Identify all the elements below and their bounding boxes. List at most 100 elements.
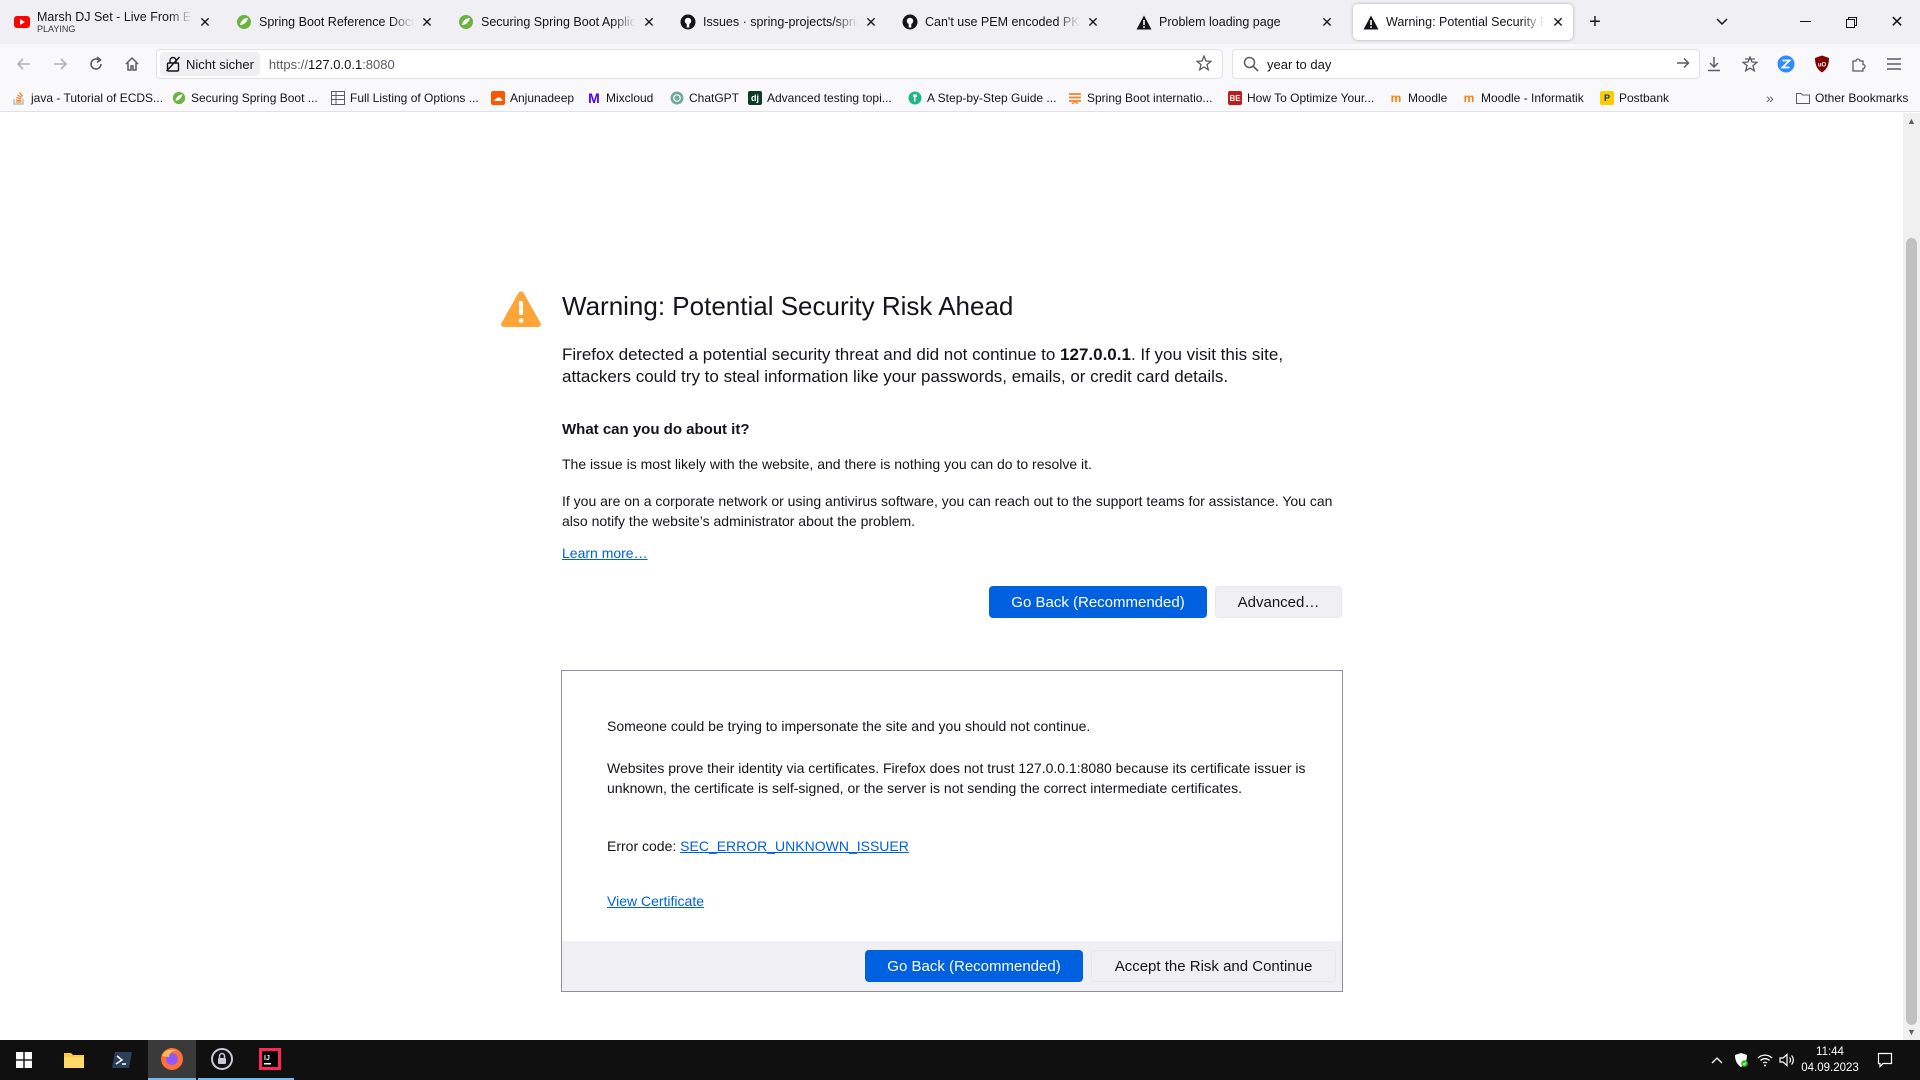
vpn-app-icon[interactable] xyxy=(198,1040,246,1080)
bookmark-item[interactable]: ChatGPT xyxy=(670,89,739,107)
close-tab-icon[interactable]: ✕ xyxy=(1549,13,1567,31)
tab-github-pem[interactable]: Can't use PEM encoded PKCS#8 ✕ xyxy=(892,4,1108,40)
close-tab-icon[interactable]: ✕ xyxy=(862,13,880,31)
postbank-icon: P xyxy=(1600,91,1614,105)
learn-more-link[interactable]: Learn more… xyxy=(562,545,648,561)
notification-center-icon[interactable] xyxy=(1876,1051,1894,1069)
close-tab-icon[interactable]: ✕ xyxy=(418,13,436,31)
close-tab-icon[interactable]: ✕ xyxy=(1084,13,1102,31)
volume-speaker-icon[interactable] xyxy=(1778,1051,1796,1069)
bookmarks-overflow-chevron-icon[interactable]: » xyxy=(1766,89,1774,107)
what-can-you-do-heading: What can you do about it? xyxy=(562,421,750,438)
back-arrow-icon[interactable] xyxy=(8,48,40,80)
go-back-button[interactable]: Go Back (Recommended) xyxy=(989,586,1207,618)
bookmark-label: Postbank xyxy=(1619,91,1670,105)
zoom-extension-icon[interactable] xyxy=(1774,52,1798,76)
scroll-up-arrow-icon[interactable]: ▲ xyxy=(1907,116,1916,126)
tab-strip: Marsh DJ Set - Live From Estes P PLAYING… xyxy=(0,0,1920,44)
bookmark-item[interactable]: m Moodle xyxy=(1389,89,1448,107)
moodle-icon: m xyxy=(1463,91,1475,105)
stackoverflow-icon xyxy=(12,91,26,105)
tab-securing-spring[interactable]: Securing Spring Boot Applications ✕ xyxy=(448,4,664,40)
url-port: :8080 xyxy=(362,56,395,72)
windows-start-icon[interactable] xyxy=(0,1040,48,1080)
intellij-idea-icon[interactable]: IJ xyxy=(246,1040,294,1080)
moodle-icon: m xyxy=(1390,91,1402,105)
close-tab-icon[interactable]: ✕ xyxy=(1318,13,1336,31)
bookmark-item[interactable]: Spring Boot internatio... xyxy=(1068,89,1212,107)
intro-host: 127.0.0.1 xyxy=(1060,345,1131,364)
other-bookmarks-folder[interactable]: Other Bookmarks xyxy=(1796,89,1908,107)
minimize-icon[interactable] xyxy=(1782,0,1828,44)
close-window-icon[interactable]: ✕ xyxy=(1874,0,1920,44)
intro-before: Firefox detected a potential security th… xyxy=(562,345,1061,364)
tab-youtube[interactable]: Marsh DJ Set - Live From Estes P PLAYING… xyxy=(4,4,220,40)
home-icon[interactable] xyxy=(116,48,148,80)
spring-icon xyxy=(172,91,186,105)
bookmark-item[interactable]: Securing Spring Boot ... xyxy=(172,89,318,107)
bookmark-label: Securing Spring Boot ... xyxy=(191,91,318,105)
bookmark-item[interactable]: ☁ Anjunadeep xyxy=(491,89,574,107)
svg-text:IJ: IJ xyxy=(264,1055,270,1062)
bookmark-item[interactable]: A Step-by-Step Guide ... xyxy=(908,89,1056,107)
bookmark-item[interactable]: java - Tutorial of ECDS... xyxy=(12,89,163,107)
advanced-panel-footer: Go Back (Recommended) Accept the Risk an… xyxy=(562,941,1342,991)
baeldung-icon: BE xyxy=(1228,91,1242,105)
tab-title: Spring Boot Reference Documentation xyxy=(259,15,414,29)
youtube-icon xyxy=(14,14,30,30)
search-go-arrow-icon[interactable] xyxy=(1675,55,1691,76)
impersonate-warning-text: Someone could be trying to impersonate t… xyxy=(607,718,1091,734)
reload-icon[interactable] xyxy=(80,48,112,80)
forward-arrow-icon[interactable] xyxy=(44,48,76,80)
accept-risk-button[interactable]: Accept the Risk and Continue xyxy=(1091,950,1336,982)
ublock-origin-icon[interactable]: uO xyxy=(1810,52,1834,76)
firefox-taskbar-icon[interactable] xyxy=(148,1040,196,1080)
tray-chevron-up-icon[interactable] xyxy=(1708,1051,1726,1069)
tab-list-chevron-icon[interactable] xyxy=(1699,0,1745,44)
tab-spring-reference[interactable]: Spring Boot Reference Documentation ✕ xyxy=(226,4,442,40)
tab-problem-loading[interactable]: Problem loading page ✕ xyxy=(1126,4,1342,40)
url-text[interactable]: https://127.0.0.1:8080 xyxy=(269,57,395,72)
advanced-button[interactable]: Advanced… xyxy=(1215,586,1342,618)
bookmark-item[interactable]: BE How To Optimize Your... xyxy=(1228,89,1374,107)
bookmark-item[interactable]: Full Listing of Options ... xyxy=(331,89,479,107)
close-tab-icon[interactable]: ✕ xyxy=(640,13,658,31)
chatgpt-icon xyxy=(670,91,684,105)
soundcloud-icon: ☁ xyxy=(491,91,505,105)
scrollbar-thumb[interactable] xyxy=(1906,238,1917,1025)
downloads-icon[interactable] xyxy=(1702,52,1726,76)
navigation-toolbar: Nicht sicher https://127.0.0.1:8080 year… xyxy=(0,44,1920,84)
svg-text:uO: uO xyxy=(1818,63,1827,69)
restore-icon[interactable] xyxy=(1828,0,1874,44)
bookmarks-toolbar: java - Tutorial of ECDS... Securing Spri… xyxy=(0,84,1920,112)
file-explorer-icon[interactable] xyxy=(50,1040,98,1080)
bookmark-item[interactable]: P Postbank xyxy=(1600,89,1669,107)
bookmark-item[interactable]: dj Advanced testing topi... xyxy=(748,89,892,107)
extensions-puzzle-icon[interactable] xyxy=(1846,52,1870,76)
url-bar[interactable]: Nicht sicher https://127.0.0.1:8080 xyxy=(156,49,1223,79)
tab-playing-label: PLAYING xyxy=(37,24,76,34)
bookmark-star-icon[interactable] xyxy=(1195,54,1213,76)
go-back-button-secondary[interactable]: Go Back (Recommended) xyxy=(865,950,1083,982)
search-bar[interactable]: year to day xyxy=(1232,49,1700,79)
network-wifi-icon[interactable] xyxy=(1756,1051,1774,1069)
intro-text: Firefox detected a potential security th… xyxy=(562,344,1352,388)
warning-icon xyxy=(1363,14,1379,30)
powershell-icon[interactable] xyxy=(98,1040,146,1080)
tab-github-issues[interactable]: Issues · spring-projects/spring-boot ✕ xyxy=(670,4,886,40)
bookmark-item[interactable]: m Moodle - Informatik xyxy=(1462,89,1584,107)
scroll-down-arrow-icon[interactable]: ▼ xyxy=(1907,1027,1916,1037)
site-identity-button[interactable]: Nicht sicher xyxy=(160,52,260,76)
pocket-star-icon[interactable] xyxy=(1738,52,1762,76)
app-menu-hamburger-icon[interactable] xyxy=(1882,52,1906,76)
bookmark-item[interactable]: M Mixcloud xyxy=(587,89,653,107)
close-tab-icon[interactable]: ✕ xyxy=(196,13,214,31)
error-code-link[interactable]: SEC_ERROR_UNKNOWN_ISSUER xyxy=(680,838,909,854)
windows-security-shield-icon[interactable] xyxy=(1732,1051,1750,1069)
view-certificate-link[interactable]: View Certificate xyxy=(607,893,704,909)
url-host: 127.0.0.1 xyxy=(307,56,363,72)
tab-security-warning[interactable]: Warning: Potential Security Risk Ahead ✕ xyxy=(1353,4,1573,40)
taskbar-clock[interactable]: 11:44 04.09.2023 xyxy=(1800,1044,1860,1076)
page-scrollbar[interactable]: ▲ ▼ xyxy=(1903,113,1920,1040)
new-tab-plus-icon[interactable]: + xyxy=(1577,0,1613,44)
